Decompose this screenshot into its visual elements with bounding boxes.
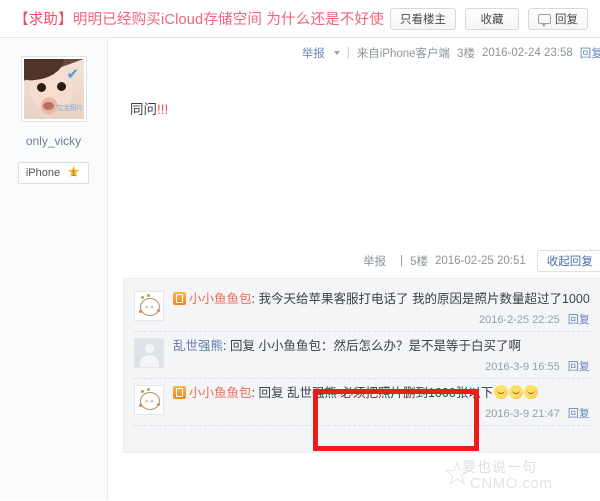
list-item: 乱世强熊: 回复 小小鱼鱼包：然后怎么办？是不是等于白买了啊 2016-3-9 … (134, 332, 590, 379)
subreply-reply-link[interactable]: 回复 (568, 408, 590, 420)
thread-title-bar: 【求助】明明已经购买iCloud存储空间 为什么还是不好使 只看楼主 收藏 回复 (0, 0, 600, 38)
subreply-footer: 2016-3-9 16:55 回复 (173, 358, 590, 374)
subreply-report-link[interactable]: 举报 (363, 253, 386, 269)
favorite-button[interactable]: 收藏 (465, 7, 519, 30)
subreply-list: ^ ^ 小小鱼鱼包: 我今天给苹果客服打电话了 我的原因是照片数量超过了1000… (123, 278, 600, 453)
subreply-footer: 2016-2-25 22:25 回复 (173, 311, 590, 327)
subreply-footer: 2016-3-9 21:47 回复 (173, 405, 590, 421)
subreply-main: 小小鱼鱼包: 回复 乱世强熊 必须把照片删到1000张以下 2016-3-9 2… (164, 385, 590, 421)
check-icon: ✔ (66, 66, 80, 83)
post-container: ✔ 宝宝照片 only_vicky iPhone ★ 1 举报 | 来自iPhon… (0, 38, 600, 500)
subreply-body: 我今天给苹果客服打电话了 我的原因是照片数量超过了1000 (258, 292, 590, 306)
subreply-line: 乱世强熊: 回复 小小鱼鱼包：然后怎么办？是不是等于白买了啊 (173, 338, 590, 355)
author-sidebar: ✔ 宝宝照片 only_vicky iPhone ★ 1 (0, 38, 108, 500)
chevron-down-icon[interactable] (333, 51, 340, 55)
subreply-floor: 5楼 (410, 256, 428, 268)
author-avatar[interactable]: ✔ 宝宝照片 (20, 56, 87, 122)
subreply-avatar[interactable] (134, 338, 164, 368)
avatar-dot (147, 388, 150, 391)
post-text-exclamation: !!! (157, 102, 169, 117)
post-text: 同问!!! (108, 68, 600, 188)
avatar-dot (157, 403, 160, 406)
avatar-eye-right (56, 82, 66, 91)
reply-button[interactable]: 回复 (528, 7, 588, 30)
avatar-face: ^ ^ (145, 400, 154, 407)
post-time: 2016-02-24 23:58 (481, 47, 573, 59)
avatar-image: ✔ 宝宝照片 (23, 59, 84, 119)
reply-bubble-icon (538, 13, 551, 27)
subreply-username[interactable]: 小小鱼鱼包 (189, 292, 252, 306)
subreply-time: 2016-02-25 20:51 (434, 255, 526, 267)
post-source: 来自iPhone客户端 (356, 48, 451, 60)
avatar-dot (141, 390, 144, 393)
avatar-dot (141, 296, 144, 299)
list-item: ^ ^ 小小鱼鱼包: 回复 乱世强熊 必须把照片删到1000张以下 2016-3… (134, 379, 590, 426)
favorite-label: 收藏 (480, 13, 504, 26)
star-icon: ★ 1 (66, 163, 81, 181)
subreply-quoted-user[interactable]: 小小鱼鱼包 (258, 339, 321, 353)
device-badge-label: iPhone (25, 167, 61, 179)
avatar-hair (23, 59, 66, 83)
subreply-username[interactable]: 乱世强熊 (173, 339, 223, 353)
only-op-label: 只看楼主 (400, 13, 446, 26)
avatar-eye-left (36, 83, 46, 92)
subreply-colon: : (223, 339, 227, 353)
post-floor: 3楼 (457, 48, 475, 60)
report-link[interactable]: 举报 (302, 45, 325, 61)
page-title: 【求助】明明已经购买iCloud存储空间 为什么还是不好使 (14, 8, 384, 29)
post-reply-link[interactable]: 回复 (580, 45, 600, 61)
subreply-username[interactable]: 小小鱼鱼包 (189, 386, 252, 400)
avatar-dot (157, 309, 160, 312)
user-level-badge-icon (173, 386, 186, 399)
collapse-replies-button[interactable]: 收起回复 (536, 250, 600, 272)
level-number: 1 (71, 168, 76, 178)
subreply-reply-link[interactable]: 回复 (568, 361, 590, 373)
avatar-dot (139, 404, 142, 407)
emoji-icon (524, 385, 539, 399)
only-op-button[interactable]: 只看楼主 (390, 7, 456, 30)
subreply-quoted-user[interactable]: 乱世强熊 (287, 386, 337, 400)
subreply-time: 2016-2-25 22:25 (478, 314, 560, 326)
reply-label: 回复 (555, 13, 578, 26)
post-meta-row: 举报 | 来自iPhone客户端 3楼 2016-02-24 23:58 回复 (108, 38, 600, 68)
post-text-main: 同问 (130, 102, 157, 117)
subreply-reply-link[interactable]: 回复 (568, 314, 590, 326)
collapse-replies-label: 收起回复 (546, 256, 593, 268)
meta-separator: | (346, 47, 350, 59)
subreply-line: 小小鱼鱼包: 回复 乱世强熊 必须把照片删到1000张以下 (173, 385, 590, 402)
subreply-meta-separator: | (400, 255, 404, 267)
subreply-avatar[interactable]: ^ ^ (134, 291, 164, 321)
avatar-dot (139, 310, 142, 313)
emoji-icon (494, 385, 509, 399)
user-level-badge-icon (173, 292, 186, 305)
list-item: ^ ^ 小小鱼鱼包: 我今天给苹果客服打电话了 我的原因是照片数量超过了1000… (134, 285, 590, 332)
subreply-body: 必须把照片删到1000张以下 (340, 386, 494, 400)
device-badge: iPhone ★ 1 (17, 162, 90, 184)
subreply-meta-row: 举报 | 5楼 2016-02-25 20:51 收起回复 (108, 248, 600, 274)
subreply-line: 小小鱼鱼包: 我今天给苹果客服打电话了 我的原因是照片数量超过了1000 (173, 291, 590, 308)
subreply-main: 乱世强熊: 回复 小小鱼鱼包：然后怎么办？是不是等于白买了啊 2016-3-9 … (164, 338, 590, 374)
avatar-face: ^ ^ (145, 306, 154, 313)
subreply-colon: : (251, 292, 255, 306)
author-username[interactable]: only_vicky (26, 134, 81, 148)
title-text: 明明已经购买iCloud存储空间 为什么还是不好使 (72, 12, 384, 28)
subreply-time: 2016-3-9 16:55 (485, 361, 560, 373)
post-content-column: 举报 | 来自iPhone客户端 3楼 2016-02-24 23:58 回复 … (108, 38, 600, 500)
avatar-watermark-text: 宝宝照片 (56, 105, 84, 112)
subreply-main: 小小鱼鱼包: 我今天给苹果客服打电话了 我的原因是照片数量超过了1000 201… (164, 291, 590, 327)
author-badge-row: iPhone ★ 1 (17, 162, 90, 184)
avatar-mouth (42, 102, 54, 110)
subreply-colon: : (251, 386, 255, 400)
subreply-reply-word: 回复 (229, 339, 255, 353)
subreply-time: 2016-3-9 21:47 (485, 408, 560, 420)
subreply-avatar[interactable]: ^ ^ (134, 385, 164, 415)
emoji-icon (509, 385, 524, 399)
title-action-group: 只看楼主 收藏 回复 (390, 7, 588, 30)
subreply-reply-word: 回复 (258, 386, 284, 400)
title-tag: 【求助】 (14, 12, 73, 28)
avatar-dot (147, 294, 150, 297)
subreply-body: ：然后怎么办？是不是等于白买了啊 (321, 339, 522, 353)
